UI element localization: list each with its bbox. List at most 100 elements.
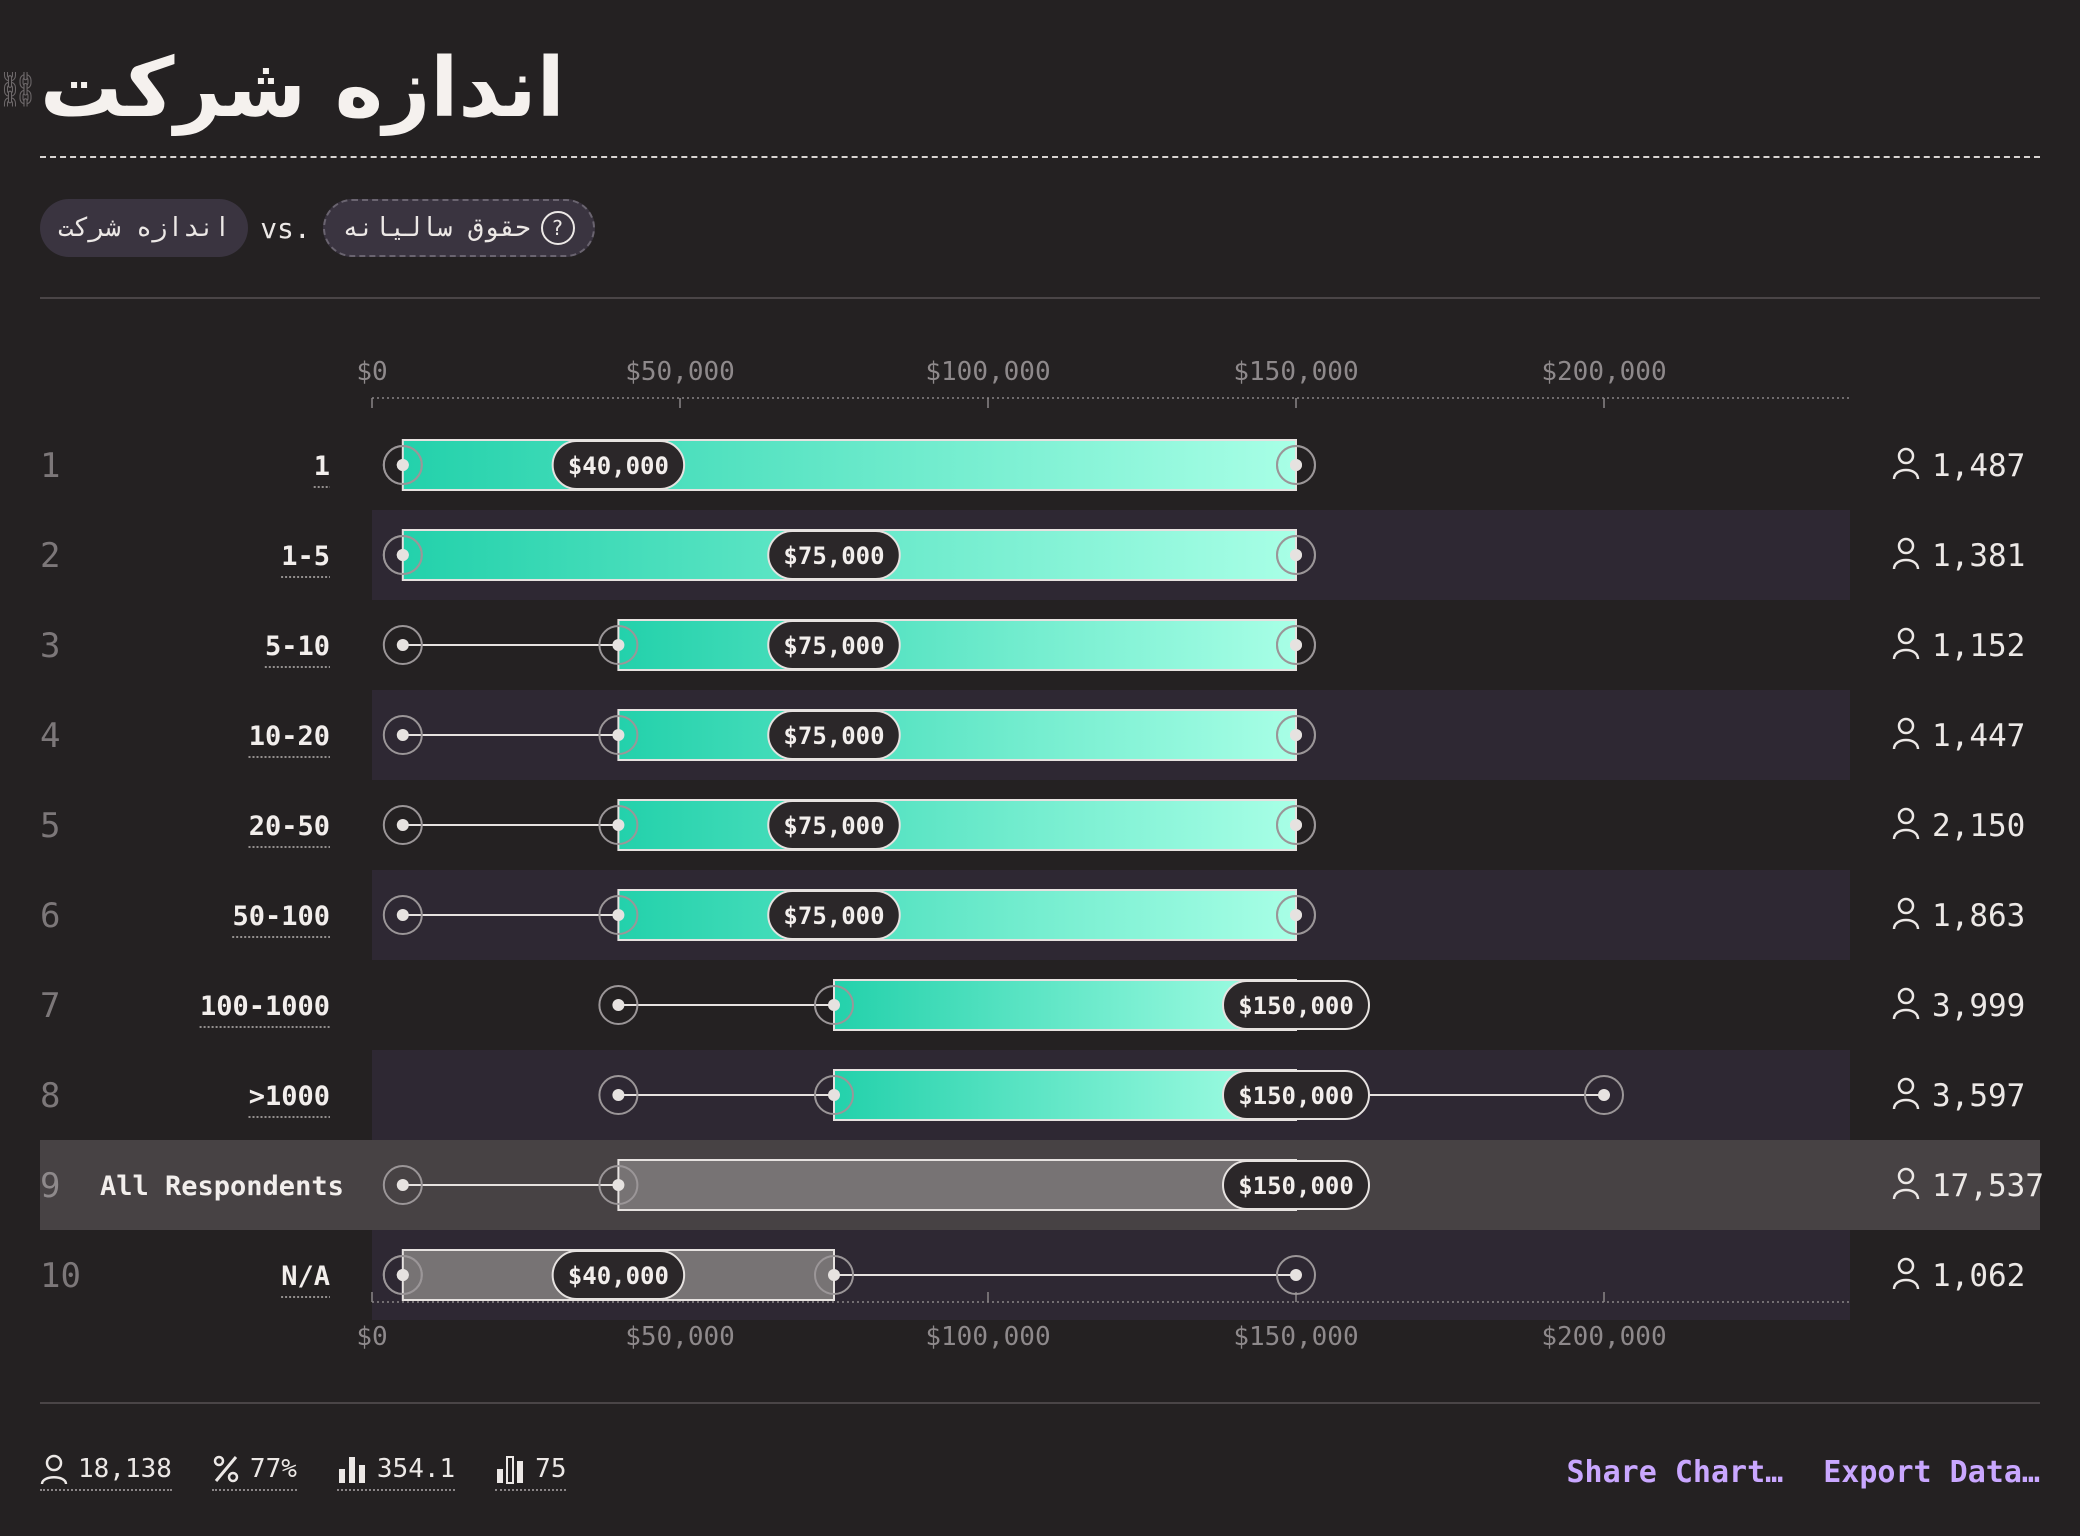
row-label: >1000 [249,1081,330,1112]
row-rank: 8 [40,1076,60,1116]
whisker-dot [612,1179,625,1191]
person-icon [1897,717,1915,735]
export-data-link[interactable]: Export Data… [1823,1455,2040,1490]
row-count: 1,447 [1932,718,2025,754]
row-rank: 7 [40,986,60,1026]
person-icon-body [1892,828,1920,840]
whisker-dot [1290,549,1302,561]
mean-stat[interactable]: 354.1 [336,1453,456,1491]
person-icon [1897,1077,1915,1095]
person-icon-body [1892,1008,1920,1020]
box [617,889,1297,941]
whisker-dot [612,1089,625,1101]
box [617,619,1297,671]
whisker-dot [1290,819,1302,831]
count-stat[interactable]: 75 [495,1453,567,1491]
x-tick-label-top: $0 [356,357,387,387]
whisker-dot [612,729,625,741]
x-tick-label-bottom: $0 [356,1322,387,1352]
row-label: 1 [314,451,330,482]
row-count: 1,152 [1932,628,2025,664]
median-label: $75,000 [783,812,884,840]
person-icon [1897,807,1915,825]
whisker-dot [828,1089,840,1101]
person-icon [1897,897,1915,915]
person-icon-body [1892,1278,1920,1290]
whisker-dot [396,639,409,651]
row-count: 17,537 [1932,1168,2044,1204]
row-label: 5-10 [265,631,330,662]
person-icon [1897,447,1915,465]
person-icon [1897,537,1915,555]
median-label: $40,000 [568,1262,669,1290]
row-label: 100-1000 [200,991,330,1022]
row-label: N/A [281,1261,330,1292]
respondents-value: 18,138 [78,1454,172,1484]
median-label: $75,000 [783,722,884,750]
box [617,799,1297,851]
person-icon-body [1892,648,1920,660]
summary-stats: 18,138 77% 354.1 75 [40,1448,567,1496]
person-icon-body [1892,468,1920,480]
whisker-dot [612,819,625,831]
person-icon-body [1892,1098,1920,1110]
median-label: $75,000 [783,902,884,930]
whisker-dot [396,1269,409,1281]
person-icon [1897,627,1915,645]
box [401,439,1297,491]
percent-value: 77% [249,1454,297,1484]
whisker-dot [1290,459,1302,471]
x-tick-label-top: $100,000 [925,357,1050,387]
chart-actions: Share Chart… Export Data… [1567,1448,2041,1496]
median-label: $150,000 [1238,1172,1354,1200]
row-label: 1-5 [281,541,330,572]
salary-box-chart: $0 $50,000 $100,000 $150,000 $200,000 $0 $50,0… [40,357,2044,1352]
row-count: 1,381 [1932,538,2025,574]
row-rank: 2 [40,536,60,576]
row-rank: 5 [40,806,60,846]
row-count: 3,597 [1932,1078,2025,1114]
share-chart-link[interactable]: Share Chart… [1567,1455,1784,1490]
whisker-dot [396,729,409,741]
box [617,709,1297,761]
whisker-dot [828,1269,840,1281]
person-icon [1897,987,1915,1005]
whisker-dot [396,459,409,471]
whisker-dot [1290,729,1302,741]
x-tick-label-top: $200,000 [1541,357,1666,387]
x-tick-label-bottom: $200,000 [1541,1322,1666,1352]
row-rank: 1 [40,446,60,486]
row-rank: 9 [40,1166,60,1206]
percent-icon [213,1455,239,1483]
x-tick-label-bottom: $100,000 [925,1322,1050,1352]
whisker-dot [396,1179,409,1191]
row-count: 3,999 [1932,988,2025,1024]
median-label: $150,000 [1238,992,1354,1020]
whisker-dot [396,819,409,831]
x-tick-label-top: $150,000 [1233,357,1358,387]
person-icon [40,1454,68,1485]
mean-value: 354.1 [376,1454,456,1484]
percent-stat[interactable]: 77% [211,1453,297,1491]
whisker-dot [612,909,625,921]
respondents-stat[interactable]: 18,138 [40,1453,172,1491]
row-rank: 4 [40,716,60,756]
whisker-dot [1598,1089,1610,1101]
whisker-dot [612,639,625,651]
whisker-dot [1290,1269,1302,1281]
row-count: 1,062 [1932,1258,2025,1294]
row-label: 50-100 [232,901,330,932]
x-tick-label-top: $50,000 [625,357,735,387]
whisker-dot [1290,909,1302,921]
bar-chart-outline-icon [497,1456,524,1484]
bar-chart-icon [338,1457,365,1483]
whisker-dot [396,549,409,561]
person-icon [1897,1257,1915,1275]
count-value: 75 [535,1454,567,1484]
row-label: All Respondents [100,1171,344,1202]
x-tick-label-bottom: $150,000 [1233,1322,1358,1352]
row-count: 1,487 [1932,448,2025,484]
whisker-dot [828,999,840,1011]
box [617,1159,1297,1211]
row-label: 10-20 [249,721,330,752]
